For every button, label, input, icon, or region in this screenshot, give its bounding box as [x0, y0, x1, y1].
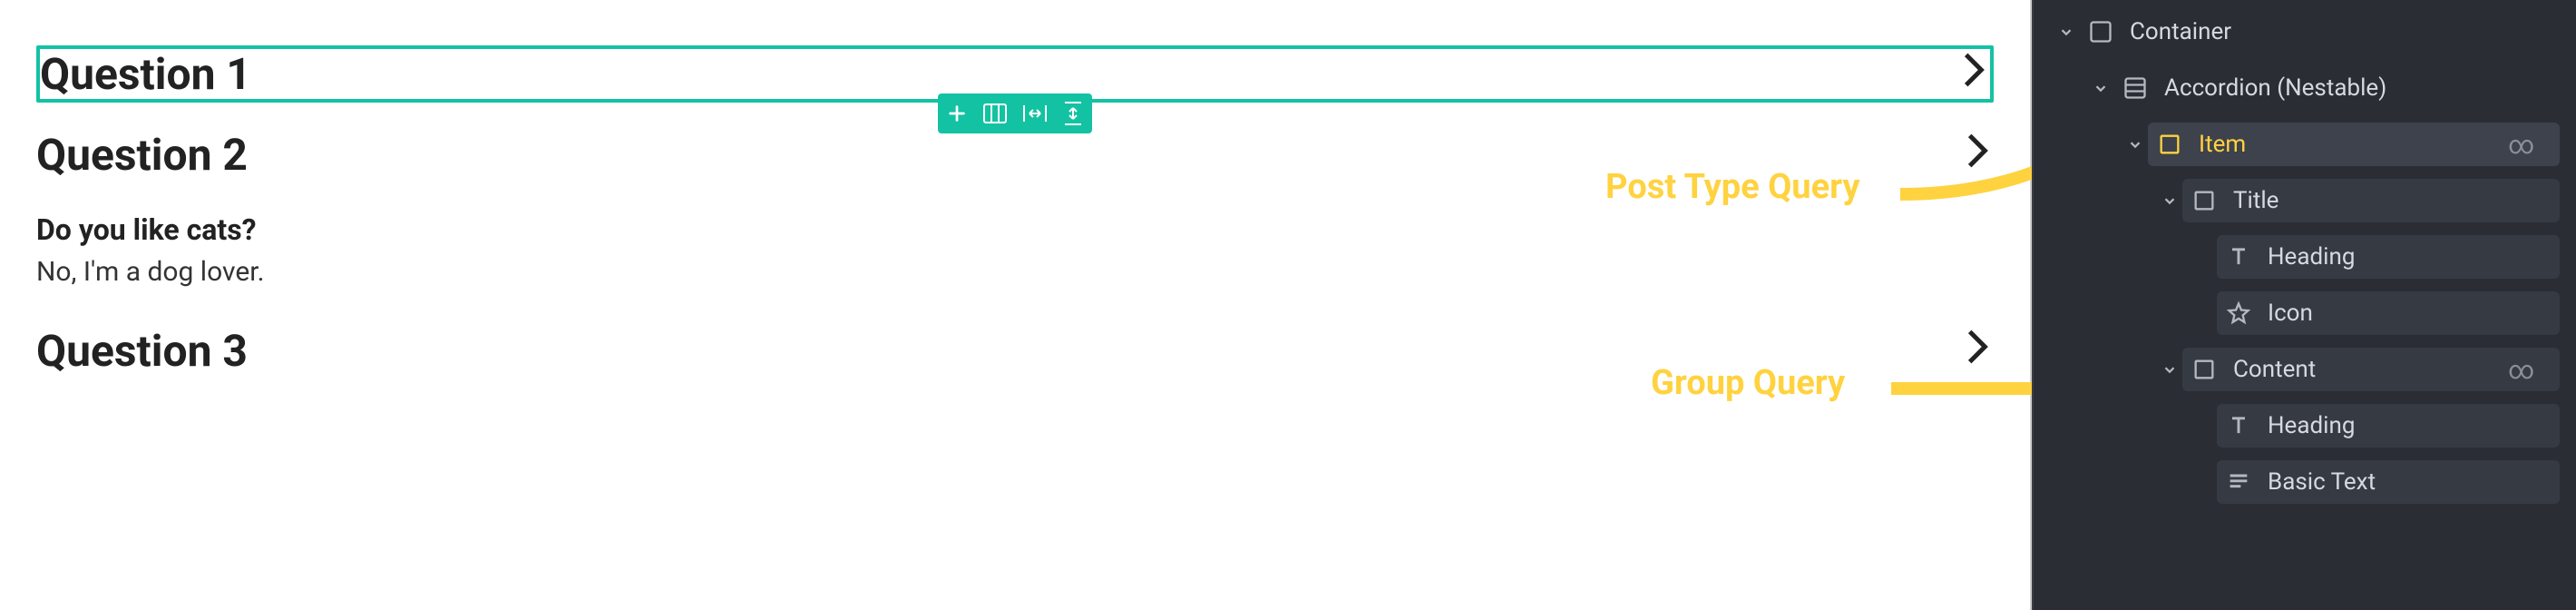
- loop-icon: ∞: [2508, 355, 2534, 385]
- tree-row-content[interactable]: Content ∞: [2054, 341, 2560, 398]
- chevron-down-icon[interactable]: [2054, 24, 2079, 40]
- tree-item-label: Content: [2233, 356, 2316, 383]
- chevron-right-icon[interactable]: [1963, 52, 1990, 97]
- accordion-heading: Question 2: [36, 130, 248, 180]
- block-icon: [2191, 188, 2217, 213]
- chevron-down-icon[interactable]: [2122, 136, 2148, 152]
- tree-row-accordion-nestable-[interactable]: Accordion (Nestable): [2054, 60, 2560, 116]
- container-icon: [2088, 19, 2113, 44]
- tree-item-label: Icon: [2268, 300, 2313, 327]
- tree-row-container[interactable]: Container: [2054, 4, 2560, 60]
- stretch-horizontal-icon[interactable]: [1023, 103, 1047, 123]
- chevron-right-icon[interactable]: [1966, 329, 1994, 374]
- tree-row-icon[interactable]: Icon: [2054, 285, 2560, 341]
- chevron-down-icon[interactable]: [2157, 361, 2182, 378]
- tree-item-label: Basic Text: [2268, 468, 2376, 496]
- tree-row-heading[interactable]: Heading: [2054, 398, 2560, 454]
- tree-item-label: Item: [2199, 131, 2246, 158]
- tree-item-content[interactable]: Heading: [2217, 235, 2560, 279]
- accordion-content-text: No, I'm a dog lover.: [36, 256, 1994, 288]
- builder-canvas[interactable]: Question 1 Question 2 Do you like cats? …: [0, 0, 2032, 610]
- structure-panel[interactable]: Container Accordion (Nestable) Item ∞ Title H…: [2032, 0, 2576, 610]
- tree-row-heading[interactable]: Heading: [2054, 229, 2560, 285]
- tree-item-content[interactable]: Title: [2182, 179, 2560, 222]
- accordion-heading: Question 3: [36, 326, 248, 376]
- block-icon: [2191, 357, 2217, 382]
- accordion-heading: Question 1: [40, 49, 251, 99]
- star-icon: [2226, 300, 2251, 326]
- tree-row-item[interactable]: Item ∞: [2054, 116, 2560, 172]
- tree-item-content[interactable]: Icon: [2217, 291, 2560, 335]
- element-toolbar[interactable]: [938, 93, 1092, 133]
- tree-item-content[interactable]: Container: [2079, 10, 2560, 54]
- tree-item-content[interactable]: Item: [2148, 123, 2560, 166]
- add-icon[interactable]: [947, 103, 967, 123]
- text-icon: [2226, 244, 2251, 270]
- tree-item-content[interactable]: Basic Text: [2217, 460, 2560, 504]
- chevron-down-icon[interactable]: [2088, 80, 2113, 96]
- annotation-group-query: Group Query: [1651, 363, 1845, 403]
- tree-item-content[interactable]: Content: [2182, 348, 2560, 391]
- tree-item-label: Heading: [2268, 243, 2355, 271]
- tree-item-label: Title: [2233, 187, 2278, 214]
- tree-item-label: Container: [2130, 18, 2231, 45]
- stretch-vertical-icon[interactable]: [1063, 102, 1083, 125]
- accordion-content-heading: Do you like cats?: [36, 212, 1994, 247]
- paragraph-icon: [2226, 469, 2251, 495]
- loop-icon: ∞: [2508, 130, 2534, 160]
- tree-item-content[interactable]: Accordion (Nestable): [2113, 66, 2560, 110]
- tree-item-label: Heading: [2268, 412, 2355, 439]
- chevron-down-icon[interactable]: [2157, 192, 2182, 209]
- annotation-post-type-query: Post Type Query: [1605, 167, 1859, 207]
- tree-row-title[interactable]: Title: [2054, 172, 2560, 229]
- tree-row-basic-text[interactable]: Basic Text: [2054, 454, 2560, 510]
- block-icon: [2157, 132, 2182, 157]
- columns-icon[interactable]: [983, 103, 1007, 123]
- accordion-icon: [2122, 75, 2148, 101]
- text-icon: [2226, 413, 2251, 438]
- tree-item-content[interactable]: Heading: [2217, 404, 2560, 448]
- tree-item-label: Accordion (Nestable): [2164, 74, 2386, 102]
